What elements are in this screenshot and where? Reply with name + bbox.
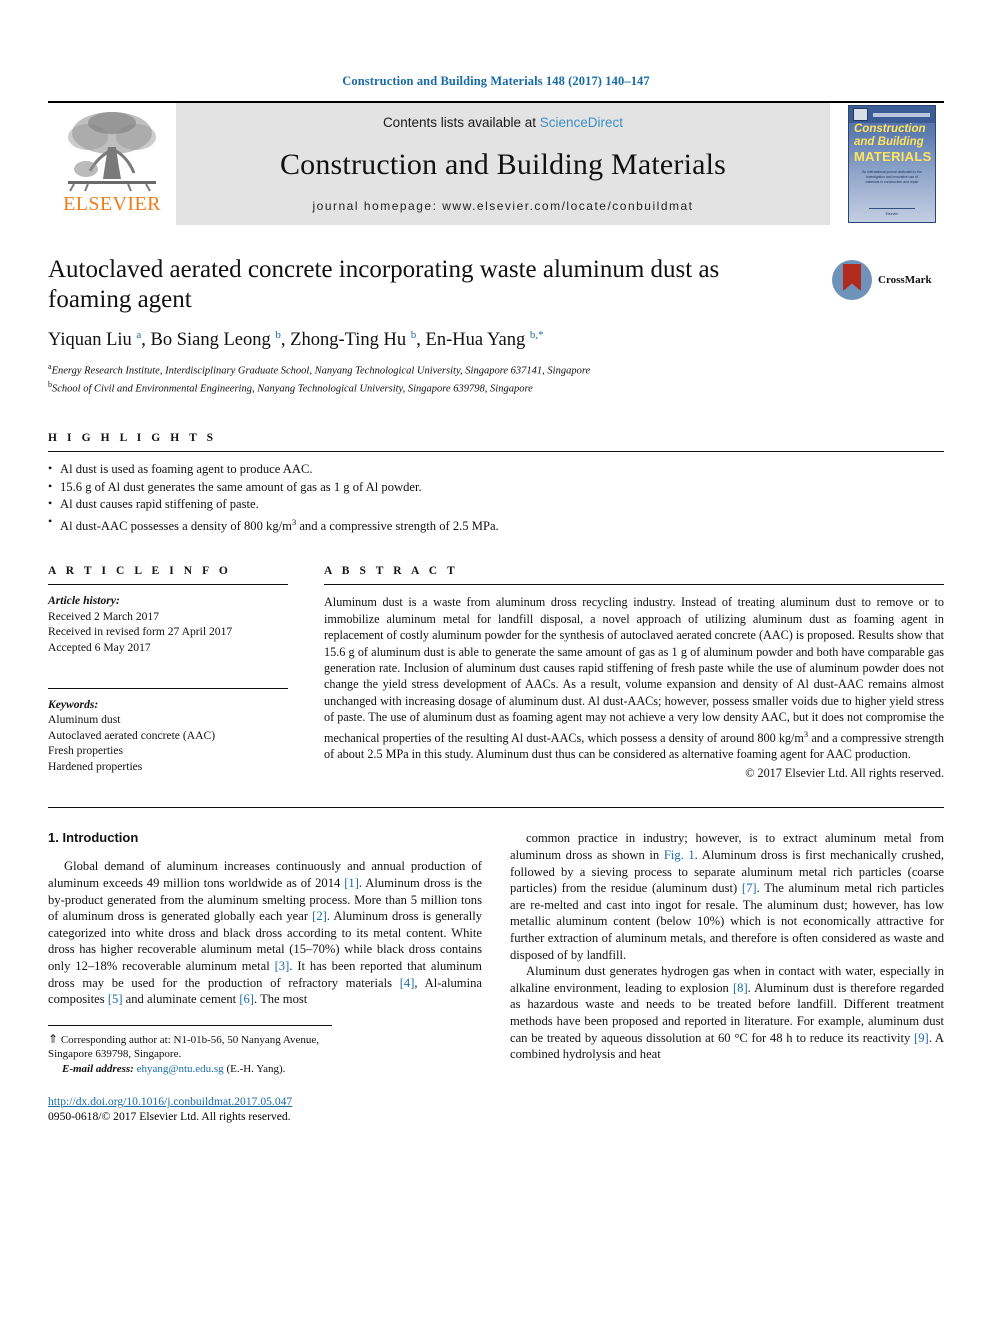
crossmark-label: CrossMark	[878, 274, 932, 286]
elsevier-logo: ELSEVIER	[48, 103, 176, 225]
journal-title: Construction and Building Materials	[279, 147, 727, 181]
elsevier-wordmark: ELSEVIER	[63, 193, 161, 215]
info-abstract-row: A R T I C L E I N F O Article history: R…	[48, 565, 944, 781]
article-page: Construction and Building Materials 148 …	[0, 0, 992, 1323]
keywords-rule	[48, 687, 288, 689]
affiliation-b-text: School of Civil and Environmental Engine…	[52, 383, 533, 395]
contents-prefix: Contents lists available at	[382, 115, 540, 130]
keywords-list: Aluminum dust Autoclaved aerated concrete…	[48, 712, 288, 774]
body-column-right: common practice in industry; however, is…	[510, 830, 944, 1124]
journal-cover-thumbnail[interactable]: Construction and Building MATERIALS An i…	[842, 103, 944, 225]
email-owner: (E.-H. Yang).	[226, 1062, 286, 1075]
email-label: E-mail address:	[62, 1062, 134, 1075]
crossmark-badge[interactable]: CrossMark	[832, 257, 944, 303]
title-block: Autoclaved aerated concrete incorporatin…	[48, 255, 944, 396]
list-item: Hardened properties	[48, 759, 143, 773]
body-columns: 1. Introduction Global demand of aluminu…	[48, 830, 944, 1124]
abstract-section: A B S T R A C T Aluminum dust is a waste…	[324, 565, 944, 781]
elsevier-tree-icon	[68, 112, 156, 192]
cover-blurb: An international journal dedicated to th…	[862, 170, 922, 184]
article-history-list: Received 2 March 2017 Received in revised…	[48, 609, 288, 655]
email-link[interactable]: ehyang@ntu.edu.sg	[137, 1063, 224, 1075]
list-item: Accepted 6 May 2017	[48, 640, 151, 654]
abstract-text: Aluminum dust is a waste from aluminum d…	[324, 595, 944, 762]
article-history-label: Article history:	[48, 594, 120, 608]
cover-footer: Elsevier	[849, 208, 935, 216]
list-item: Al dust is used as foaming agent to prod…	[48, 460, 944, 479]
paragraph: Global demand of aluminum increases cont…	[48, 859, 482, 1007]
list-item: Received 2 March 2017	[48, 609, 160, 623]
article-info-heading: A R T I C L E I N F O	[48, 565, 232, 578]
cover-divider	[873, 112, 930, 117]
body-separator-rule	[48, 807, 944, 809]
list-item: 15.6 g of Al dust generates the same amo…	[48, 478, 944, 497]
page-title: Autoclaved aerated concrete incorporatin…	[48, 256, 720, 313]
cover-title-line1: Construction	[854, 123, 926, 135]
highlights-list: Al dust is used as foaming agent to prod…	[48, 460, 944, 536]
cover-art: Construction and Building MATERIALS An i…	[848, 105, 936, 223]
highlights-section: H I G H L I G H T S Al dust is used as f…	[48, 432, 944, 535]
article-info-section: A R T I C L E I N F O Article history: R…	[48, 565, 288, 781]
keywords-block: Keywords: Aluminum dust Autoclaved aerate…	[48, 697, 288, 774]
list-item: Al dust causes rapid stiffening of paste…	[48, 495, 944, 514]
affiliations: aEnergy Research Institute, Interdiscipl…	[48, 360, 944, 396]
journal-homepage-link[interactable]: journal homepage: www.elsevier.com/locat…	[313, 199, 694, 213]
affiliation-b: bSchool of Civil and Environmental Engin…	[48, 380, 533, 395]
email-note: E-mail address: ehyang@ntu.edu.sg (E.-H.…	[48, 1062, 332, 1077]
intro-right-paragraphs: common practice in industry; however, is…	[510, 830, 944, 1062]
affiliation-a: aEnergy Research Institute, Interdiscipl…	[48, 362, 591, 377]
contents-line: Contents lists available at ScienceDirec…	[383, 115, 623, 130]
keywords-label: Keywords:	[48, 697, 99, 711]
section-title-introduction: 1. Introduction	[48, 830, 139, 846]
cover-elsevier-icon	[853, 108, 868, 121]
body-column-left: 1. Introduction Global demand of aluminu…	[48, 830, 482, 1124]
highlights-heading: H I G H L I G H T S	[48, 432, 217, 445]
cover-footer-text: Elsevier	[885, 212, 899, 216]
masthead-center: Contents lists available at ScienceDirec…	[176, 103, 830, 225]
abstract-copyright: © 2017 Elsevier Ltd. All rights reserved…	[745, 766, 944, 781]
cover-title-line3: MATERIALS	[854, 149, 932, 164]
abstract-heading: A B S T R A C T	[324, 565, 459, 578]
cover-title-line2: and Building	[854, 136, 924, 148]
highlights-rule	[48, 451, 944, 453]
paragraph: common practice in industry; however, is…	[510, 831, 944, 962]
journal-masthead: ELSEVIER Contents lists available at Sci…	[48, 101, 944, 225]
crossmark-icon	[832, 260, 872, 300]
cover-footer-rule	[869, 208, 915, 209]
affiliation-a-text: Energy Research Institute, Interdiscipli…	[51, 365, 591, 377]
article-history: Article history: Received 2 March 2017 Re…	[48, 593, 288, 655]
corresponding-author-note: ⇑ Corresponding author at: N1-01b-56, 50…	[48, 1031, 320, 1061]
footer-doi-block: http://dx.doi.org/10.1016/j.conbuildmat.…	[48, 1094, 482, 1124]
intro-left-paragraphs: Global demand of aluminum increases cont…	[48, 858, 482, 1007]
article-info-rule	[48, 584, 288, 586]
list-item: Al dust-AAC possesses a density of 800 k…	[48, 513, 944, 536]
doi-link[interactable]: http://dx.doi.org/10.1016/j.conbuildmat.…	[48, 1094, 482, 1109]
running-head: Construction and Building Materials 148 …	[342, 74, 650, 88]
author-list: Yiquan Liu a, Bo Siang Leong b, Zhong-Ti…	[48, 329, 544, 351]
list-item: Fresh properties	[48, 744, 124, 758]
sciencedirect-link[interactable]: ScienceDirect	[540, 115, 623, 130]
list-item: Aluminum dust	[48, 713, 121, 727]
issn-copyright-line: 0950-0618/© 2017 Elsevier Ltd. All right…	[48, 1110, 291, 1124]
abstract-rule	[324, 584, 944, 586]
list-item: Received in revised form 27 April 2017	[48, 625, 233, 639]
footnote-block: ⇑ Corresponding author at: N1-01b-56, 50…	[48, 1024, 332, 1077]
crossmark-shield-icon	[843, 264, 861, 291]
paragraph: Aluminum dust generates hydrogen gas whe…	[510, 964, 945, 1062]
list-item: Autoclaved aerated concrete (AAC)	[48, 728, 216, 742]
cover-topbar	[849, 106, 935, 123]
